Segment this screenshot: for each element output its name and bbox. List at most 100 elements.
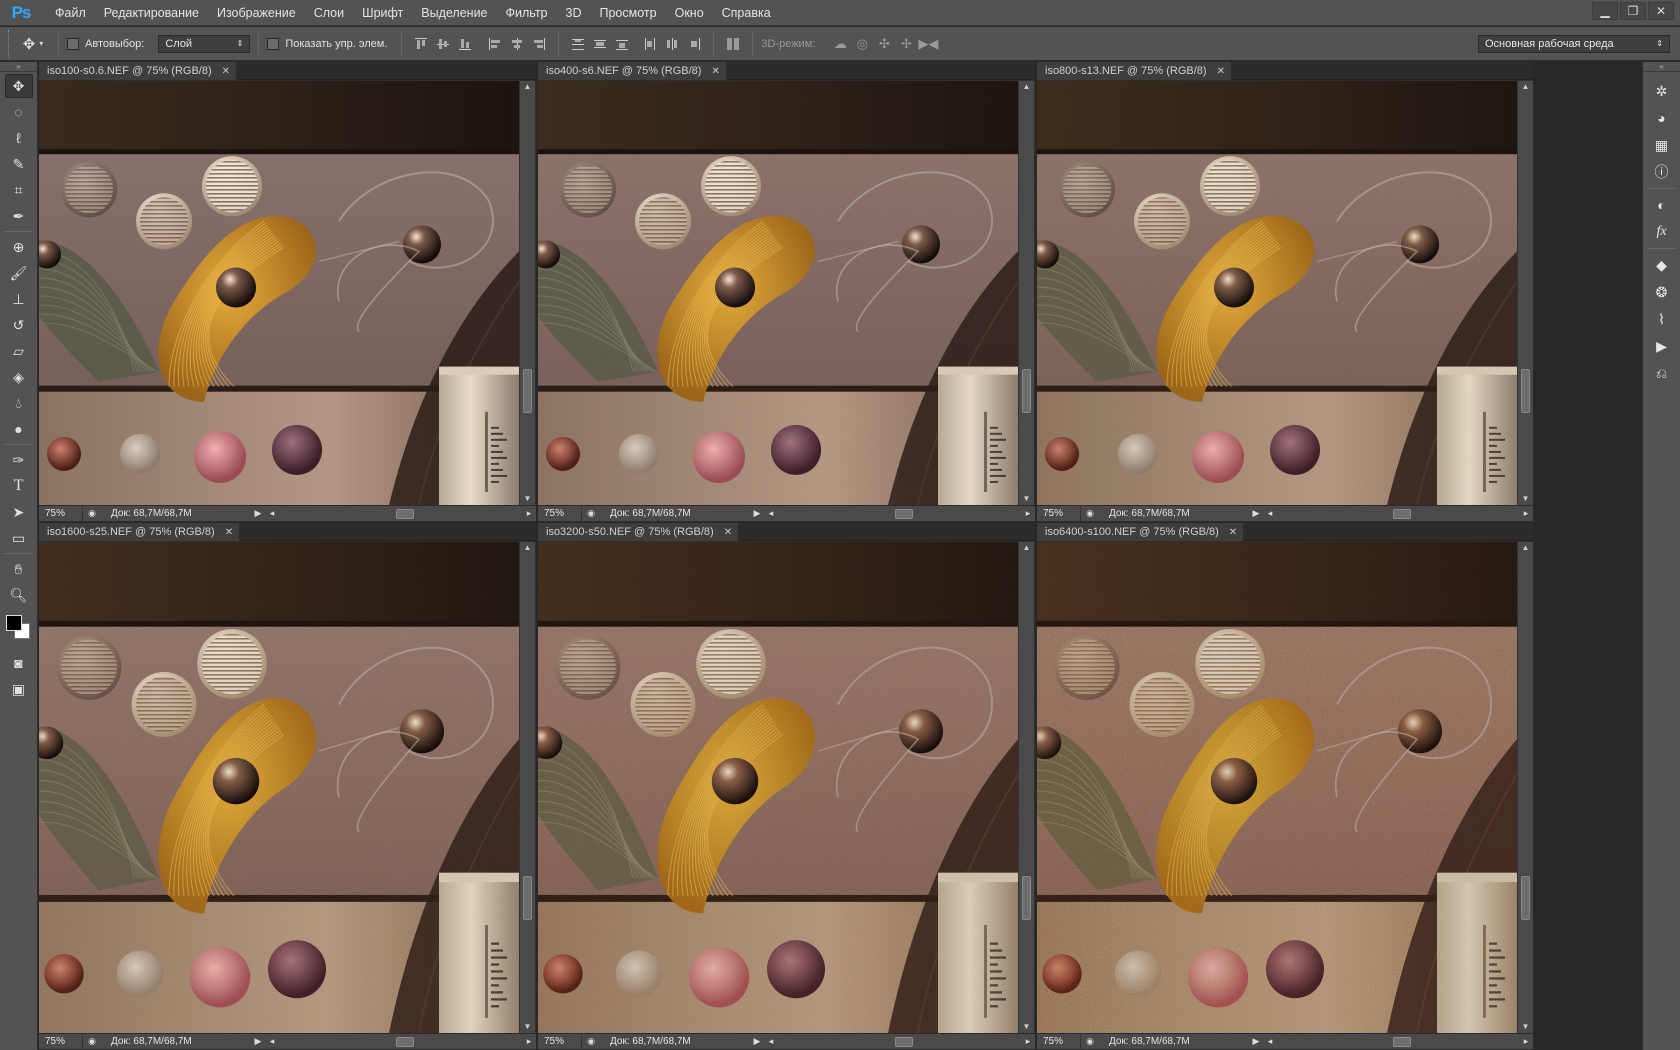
healing-brush-tool-icon[interactable]: ⊕ — [5, 235, 33, 259]
zoom-field[interactable]: 75% — [1037, 1033, 1081, 1050]
show-controls-checkbox[interactable] — [267, 37, 280, 50]
close-window-button[interactable]: ✕ — [1648, 2, 1674, 20]
3d-slide-icon[interactable]: ✢ — [895, 34, 917, 54]
swatches-panel-icon[interactable]: ▦ — [1648, 132, 1676, 158]
horizontal-scrollbar[interactable] — [1279, 508, 1517, 520]
scroll-thumb[interactable] — [1393, 1036, 1412, 1047]
share-icon[interactable]: ◉ — [83, 508, 101, 520]
distribute-right-icon[interactable] — [685, 35, 703, 53]
document-tab[interactable]: iso1600-s25.NEF @ 75% (RGB/8) ✕ — [39, 523, 241, 541]
document-tab[interactable]: iso800-s13.NEF @ 75% (RGB/8) ✕ — [1037, 62, 1232, 80]
align-vcenter-icon[interactable] — [434, 35, 452, 53]
menu-view[interactable]: Просмотр — [591, 0, 666, 26]
share-icon[interactable]: ◉ — [1081, 508, 1099, 520]
scroll-down-icon[interactable]: ▼ — [1019, 493, 1034, 505]
scroll-up-icon[interactable]: ▲ — [1518, 542, 1533, 554]
horizontal-scrollbar[interactable] — [780, 1036, 1019, 1048]
type-tool-icon[interactable]: T — [5, 474, 33, 498]
close-tab-icon[interactable]: ✕ — [724, 527, 732, 538]
scroll-left-icon[interactable]: ◂ — [1263, 1036, 1277, 1047]
share-icon[interactable]: ◉ — [582, 1036, 600, 1048]
scroll-down-icon[interactable]: ▼ — [520, 493, 535, 505]
pen-tool-icon[interactable]: ✑ — [5, 448, 33, 472]
dodge-tool-icon[interactable]: ● — [5, 417, 33, 441]
scroll-thumb[interactable] — [1393, 508, 1412, 519]
document-tab[interactable]: iso100-s0.6.NEF @ 75% (RGB/8) ✕ — [39, 62, 238, 80]
history-panel-icon[interactable]: ⎌ — [1648, 360, 1676, 386]
align-top-icon[interactable] — [412, 35, 430, 53]
document-tab[interactable]: iso400-s6.NEF @ 75% (RGB/8) ✕ — [538, 62, 727, 80]
3d-scale-icon[interactable]: ▶◀ — [917, 34, 939, 54]
paths-panel-icon[interactable]: ⌇ — [1648, 306, 1676, 332]
zoom-field[interactable]: 75% — [538, 505, 582, 522]
quick-selection-tool-icon[interactable]: ✎ — [5, 152, 33, 176]
adjustments-panel-icon[interactable]: ◐ — [1648, 192, 1676, 218]
scroll-thumb[interactable] — [523, 876, 532, 920]
image-canvas[interactable] — [39, 542, 519, 1033]
status-menu-icon[interactable]: ▶ — [1249, 1036, 1263, 1047]
paint-bucket-tool-icon[interactable]: ◈ — [5, 365, 33, 389]
crop-tool-icon[interactable]: ⌗ — [5, 178, 33, 202]
3d-roll-icon[interactable]: ◎ — [851, 34, 873, 54]
horizontal-scrollbar[interactable] — [281, 1036, 520, 1048]
scroll-thumb[interactable] — [1521, 876, 1530, 920]
menu-filter[interactable]: Фильтр — [497, 0, 557, 26]
navigator-icon[interactable]: ✲ — [1648, 78, 1676, 104]
scroll-thumb[interactable] — [1521, 369, 1530, 413]
scroll-right-icon[interactable]: ▸ — [1519, 508, 1533, 519]
workspace-dropdown[interactable]: Основная рабочая среда ⇕ — [1478, 34, 1670, 53]
zoom-tool-icon[interactable]: 🔍︎ — [5, 583, 33, 607]
share-icon[interactable]: ◉ — [1081, 1036, 1099, 1048]
scroll-up-icon[interactable]: ▲ — [1019, 542, 1034, 554]
close-tab-icon[interactable]: ✕ — [1229, 527, 1237, 538]
menu-help[interactable]: Справка — [713, 0, 780, 26]
status-menu-icon[interactable]: ▶ — [251, 1036, 265, 1047]
close-tab-icon[interactable]: ✕ — [711, 66, 719, 77]
restore-button[interactable]: ❐ — [1620, 2, 1646, 20]
scroll-thumb[interactable] — [395, 1036, 414, 1047]
align-left-icon[interactable] — [486, 35, 504, 53]
move-tool-preset-icon[interactable]: ✥ ▾ — [16, 32, 50, 56]
distribute-hcenter-icon[interactable] — [663, 35, 681, 53]
color-panel-icon[interactable]: ◕ — [1648, 105, 1676, 131]
scroll-thumb[interactable] — [523, 369, 532, 413]
scroll-down-icon[interactable]: ▼ — [1019, 1021, 1034, 1033]
menu-layers[interactable]: Слои — [305, 0, 353, 26]
scroll-right-icon[interactable]: ▸ — [1021, 1036, 1035, 1047]
distribute-vcenter-icon[interactable] — [591, 35, 609, 53]
scroll-left-icon[interactable]: ◂ — [265, 508, 279, 519]
status-menu-icon[interactable]: ▶ — [750, 508, 764, 519]
info-panel-icon[interactable]: ⓘ — [1648, 159, 1676, 185]
styles-panel-icon[interactable]: fx — [1648, 219, 1676, 245]
vertical-scrollbar[interactable]: ▲ ▼ — [519, 81, 535, 505]
hand-tool-icon[interactable]: ✋︎ — [5, 557, 33, 581]
scroll-right-icon[interactable]: ▸ — [1021, 508, 1035, 519]
brush-tool-icon[interactable]: 🖌︎ — [5, 261, 33, 285]
scroll-down-icon[interactable]: ▼ — [1518, 493, 1533, 505]
menu-select[interactable]: Выделение — [412, 0, 496, 26]
actions-panel-icon[interactable]: ▶ — [1648, 333, 1676, 359]
close-tab-icon[interactable]: ✕ — [1217, 66, 1225, 77]
scroll-up-icon[interactable]: ▲ — [1518, 81, 1533, 93]
scroll-thumb[interactable] — [894, 1036, 913, 1047]
scroll-thumb[interactable] — [395, 508, 414, 519]
path-selection-tool-icon[interactable]: ➤ — [5, 500, 33, 524]
distribute-left-icon[interactable] — [641, 35, 659, 53]
lasso-tool-icon[interactable]: ℓ — [5, 126, 33, 150]
vertical-scrollbar[interactable]: ▲ ▼ — [519, 542, 535, 1033]
menu-3d[interactable]: 3D — [557, 0, 591, 26]
scroll-down-icon[interactable]: ▼ — [520, 1021, 535, 1033]
horizontal-scrollbar[interactable] — [780, 508, 1019, 520]
scroll-thumb[interactable] — [1022, 876, 1031, 920]
close-tab-icon[interactable]: ✕ — [225, 527, 233, 538]
scroll-thumb[interactable] — [1022, 369, 1031, 413]
scroll-up-icon[interactable]: ▲ — [520, 81, 535, 93]
close-tab-icon[interactable]: ✕ — [222, 66, 230, 77]
foreground-color-swatch[interactable] — [6, 615, 22, 631]
marquee-tool-icon[interactable]: ◌ — [5, 100, 33, 124]
image-canvas[interactable] — [1037, 81, 1517, 505]
zoom-field[interactable]: 75% — [1037, 505, 1081, 522]
image-canvas[interactable] — [1037, 542, 1517, 1033]
share-icon[interactable]: ◉ — [83, 1036, 101, 1048]
scroll-right-icon[interactable]: ▸ — [522, 508, 536, 519]
